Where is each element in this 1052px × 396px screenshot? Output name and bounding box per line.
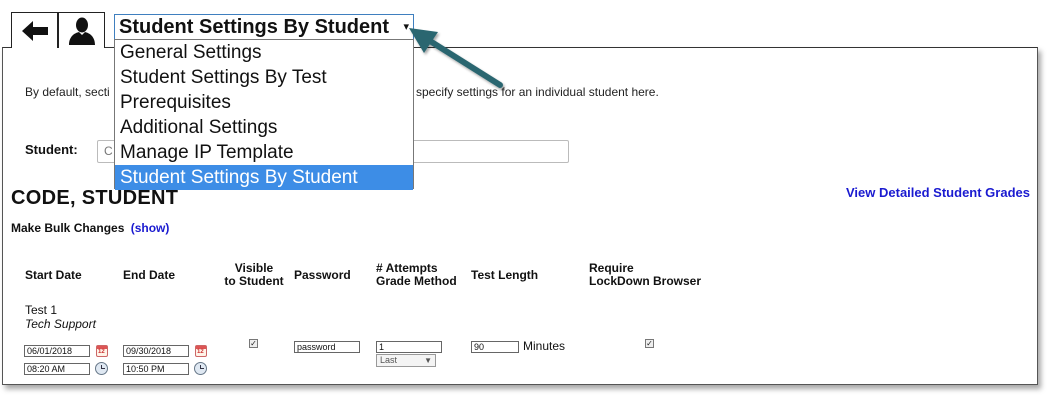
- bulk-changes-label: Make Bulk Changes: [11, 221, 125, 235]
- user-icon: [68, 17, 95, 45]
- header-lockdown: Require LockDown Browser: [589, 262, 701, 288]
- view-detailed-grades-link[interactable]: View Detailed Student Grades: [846, 185, 1030, 200]
- bulk-changes-show-link[interactable]: (show): [131, 221, 170, 235]
- header-lockdown-line2: LockDown Browser: [589, 274, 702, 288]
- attempts-input[interactable]: 1: [376, 341, 442, 353]
- end-time-input[interactable]: 10:50 PM: [123, 363, 189, 375]
- header-test-length: Test Length: [471, 268, 539, 282]
- option-student-settings-by-student[interactable]: Student Settings By Student: [115, 165, 413, 190]
- test-name: Test 1: [25, 303, 58, 317]
- settings-view-options: General Settings Student Settings By Tes…: [114, 39, 414, 190]
- settings-view-select[interactable]: Student Settings By Student ▾: [114, 14, 414, 40]
- annotation-arrow-icon: [409, 28, 503, 88]
- test-length-input[interactable]: 90: [471, 341, 519, 353]
- user-button[interactable]: [58, 12, 105, 48]
- grade-method-value: Last: [380, 355, 398, 365]
- student-label: Student:: [25, 142, 78, 157]
- student-name-heading: CODE, STUDENT: [11, 187, 179, 209]
- calendar-icon[interactable]: 12: [96, 345, 108, 357]
- require-lockdown-checkbox[interactable]: ✓: [645, 339, 654, 348]
- option-prerequisites[interactable]: Prerequisites: [115, 90, 413, 115]
- header-start-date: Start Date: [25, 268, 82, 282]
- bulk-changes-row: Make Bulk Changes (show): [11, 221, 169, 235]
- visible-to-student-checkbox[interactable]: ✓: [249, 339, 258, 348]
- option-manage-ip-template[interactable]: Manage IP Template: [115, 140, 413, 165]
- chevron-down-icon: ▼: [424, 356, 432, 365]
- header-visible: Visible to Student: [218, 262, 290, 288]
- description-text-start: By default, secti: [25, 85, 110, 99]
- header-attempts-line2: Grade Method: [376, 274, 457, 288]
- clock-icon[interactable]: [95, 362, 108, 375]
- settings-view-selected: Student Settings By Student: [119, 16, 389, 38]
- header-visible-line2: to Student: [224, 274, 284, 288]
- password-input[interactable]: password: [294, 341, 360, 353]
- end-date-input[interactable]: 09/30/2018: [123, 345, 189, 357]
- clock-icon[interactable]: [194, 362, 207, 375]
- option-general-settings[interactable]: General Settings: [115, 40, 413, 65]
- header-end-date: End Date: [123, 268, 176, 282]
- header-password: Password: [294, 268, 351, 282]
- grade-method-select[interactable]: Last ▼: [376, 354, 436, 367]
- option-additional-settings[interactable]: Additional Settings: [115, 115, 413, 140]
- option-student-settings-by-test[interactable]: Student Settings By Test: [115, 65, 413, 90]
- test-group: Tech Support: [25, 317, 96, 331]
- calendar-icon[interactable]: 12: [195, 345, 207, 357]
- test-length-unit: Minutes: [523, 339, 566, 353]
- header-attempts: # Attempts Grade Method: [376, 262, 457, 288]
- start-time-input[interactable]: 08:20 AM: [24, 363, 90, 375]
- arrow-left-icon: [21, 20, 48, 41]
- start-date-input[interactable]: 06/01/2018: [24, 345, 90, 357]
- back-button[interactable]: [11, 12, 58, 48]
